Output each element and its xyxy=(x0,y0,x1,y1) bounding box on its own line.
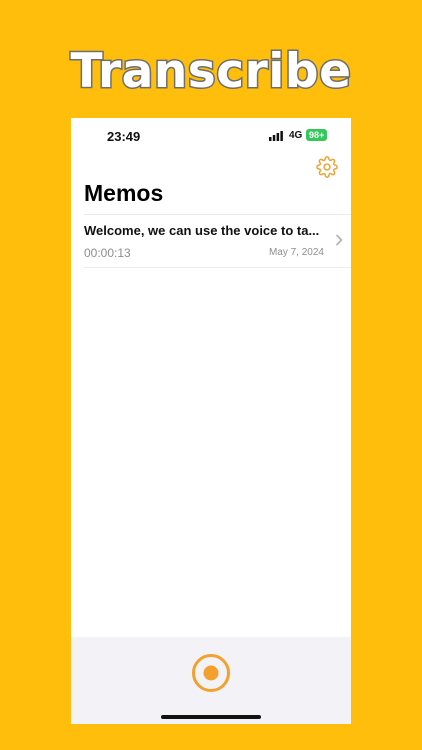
status-time: 23:49 xyxy=(107,129,141,144)
bottom-toolbar xyxy=(71,637,351,724)
record-icon[interactable] xyxy=(191,653,231,693)
page-title: Memos xyxy=(84,180,164,206)
home-indicator xyxy=(161,715,261,719)
phone-screen: 23:49 4G 98+ Memos Welcome, we can use t… xyxy=(71,118,351,724)
network-label: 4G xyxy=(289,130,303,141)
banner-title: Transcribe xyxy=(69,43,352,101)
memo-title: Welcome, we can use the voice to ta... xyxy=(84,223,320,238)
signal-icon xyxy=(269,131,283,141)
memo-duration: 00:00:13 xyxy=(84,246,131,260)
memo-date: May 7, 2024 xyxy=(268,247,324,258)
battery-tip xyxy=(324,133,326,137)
chevron-right-icon xyxy=(336,234,343,246)
gear-icon[interactable] xyxy=(316,156,338,178)
status-bar: 23:49 4G 98+ xyxy=(71,118,351,154)
memo-list-item[interactable]: Welcome, we can use the voice to ta... 0… xyxy=(84,215,351,267)
memo-list: Welcome, we can use the voice to ta... 0… xyxy=(84,214,351,268)
